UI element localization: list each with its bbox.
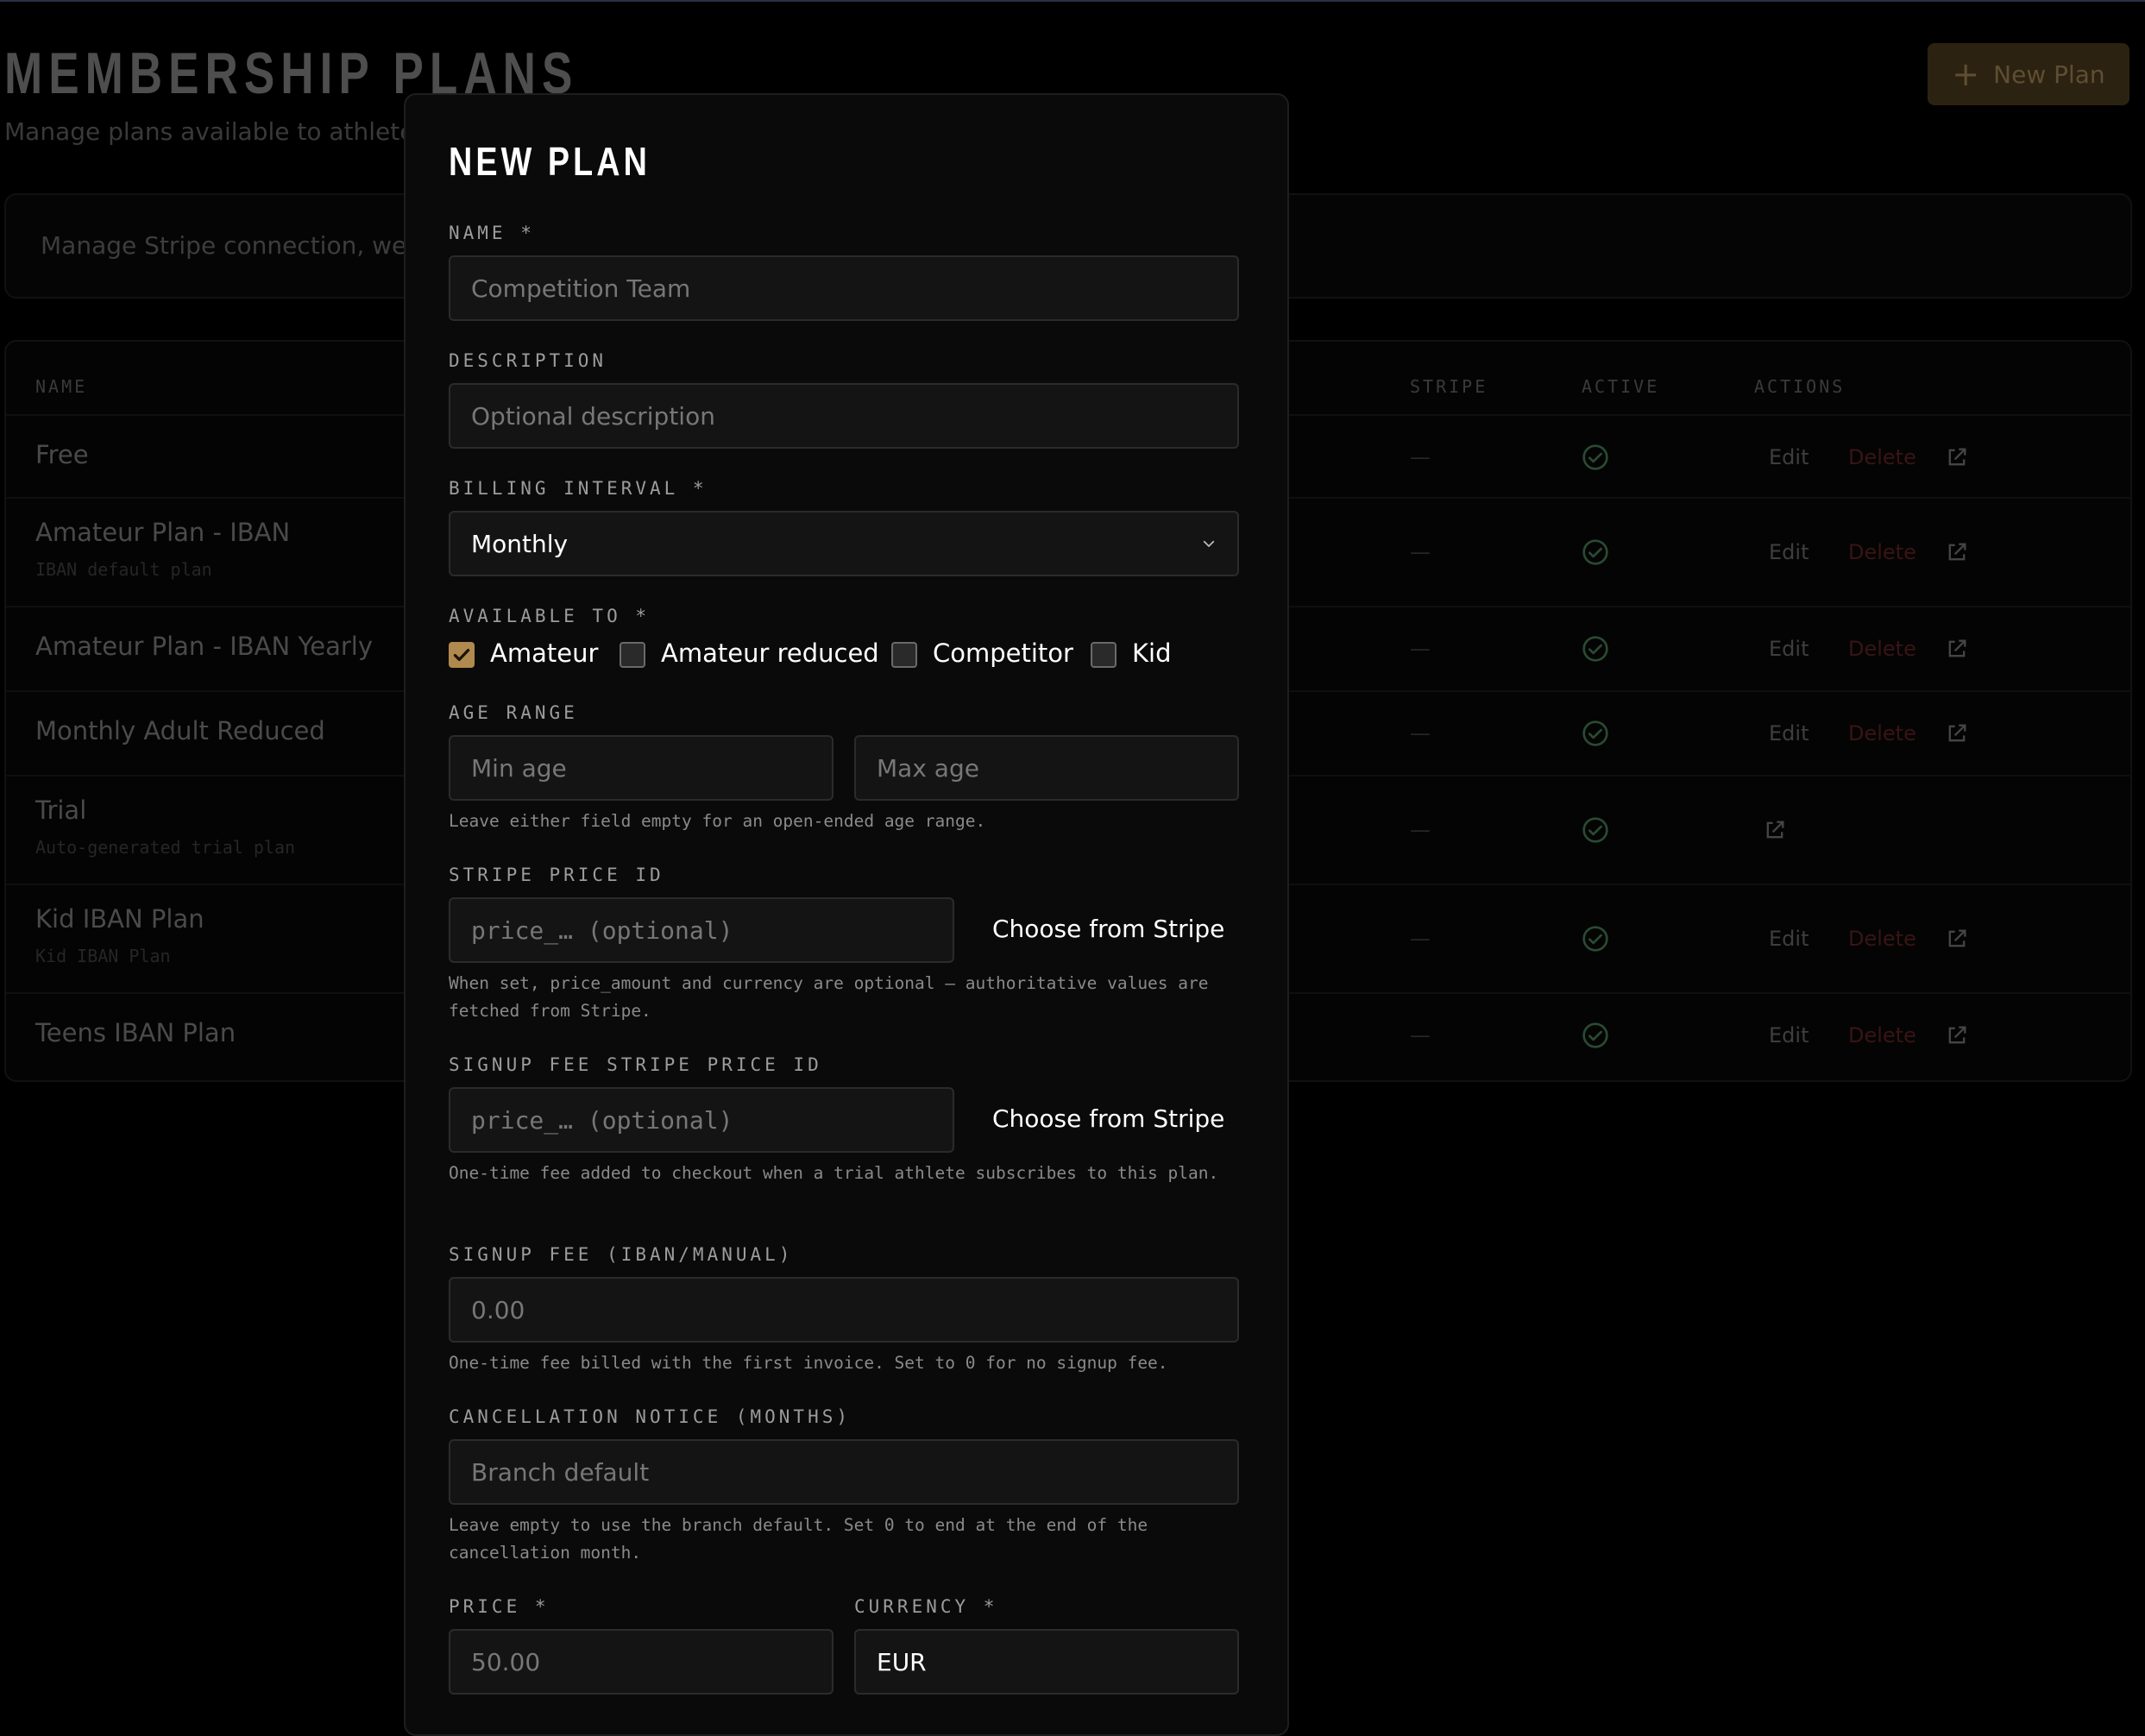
choose-from-stripe-button[interactable]: Choose from Stripe [992, 915, 1224, 943]
dialog-title: NEW PLAN [449, 139, 651, 184]
external-link-icon[interactable] [1945, 540, 1969, 564]
delete-button[interactable]: Delete [1848, 540, 1916, 564]
delete-button[interactable]: Delete [1848, 1023, 1916, 1047]
cancellation-notice-label: CANCELLATION NOTICE (MONTHS) [449, 1406, 852, 1427]
name-input[interactable] [449, 255, 1239, 321]
price-label: PRICE * [449, 1596, 550, 1617]
stripe-value: — [1410, 818, 1431, 842]
checkbox-label: Kid [1132, 638, 1172, 668]
external-link-icon[interactable] [1945, 445, 1969, 469]
new-plan-button[interactable]: + New Plan [1928, 43, 2129, 105]
cancellation-notice-input[interactable] [449, 1439, 1239, 1505]
chevron-down-icon [1203, 540, 1215, 547]
plan-name: Monthly Adult Reduced [35, 716, 325, 745]
age-range-label: AGE RANGE [449, 702, 578, 723]
stripe-value: — [1410, 927, 1431, 951]
column-header-name: NAME [35, 376, 88, 397]
top-border [0, 0, 2145, 2]
check-circle-icon [1582, 539, 1608, 565]
billing-interval-select[interactable]: Monthly [449, 511, 1239, 576]
stripe-value: — [1410, 540, 1431, 564]
edit-button[interactable]: Edit [1769, 637, 1808, 661]
edit-button[interactable]: Edit [1769, 1023, 1808, 1047]
checkbox-label: Amateur reduced [661, 638, 879, 668]
description-label: DESCRIPTION [449, 350, 607, 371]
price-input[interactable] [449, 1629, 833, 1695]
check-circle-icon [1582, 720, 1608, 746]
plan-name: Amateur Plan - IBAN Yearly [35, 632, 374, 661]
delete-button[interactable]: Delete [1848, 637, 1916, 661]
plan-name: Trial [35, 796, 87, 825]
external-link-icon[interactable] [1945, 637, 1969, 661]
check-circle-icon [1582, 1022, 1608, 1048]
signup-stripe-price-label: SIGNUP FEE STRIPE PRICE ID [449, 1054, 822, 1075]
plan-name: Amateur Plan - IBAN [35, 518, 291, 547]
signup-stripe-help: One-time fee added to checkout when a tr… [449, 1163, 1219, 1183]
signup-fee-help: One-time fee billed with the first invoi… [449, 1353, 1168, 1373]
billing-interval-label: BILLING INTERVAL * [449, 478, 708, 499]
currency-input[interactable] [854, 1629, 1239, 1695]
check-circle-icon [1582, 636, 1608, 662]
description-input[interactable] [449, 383, 1239, 449]
checkbox-label: Amateur [490, 638, 599, 668]
cancellation-notice-help: Leave empty to use the branch default. S… [449, 1515, 1148, 1563]
new-plan-dialog: NEW PLAN NAME * DESCRIPTION BILLING INTE… [404, 93, 1289, 1736]
currency-label: CURRENCY * [854, 1596, 998, 1617]
plan-name: Kid IBAN Plan [35, 904, 204, 934]
min-age-input[interactable] [449, 735, 833, 801]
signup-stripe-price-input[interactable] [449, 1087, 954, 1153]
check-circle-icon [1582, 926, 1608, 952]
checkmark-icon [453, 648, 470, 662]
stripe-price-label: STRIPE PRICE ID [449, 865, 664, 885]
signup-fee-label: SIGNUP FEE (IBAN/MANUAL) [449, 1244, 794, 1265]
stripe-card-text: Manage Stripe connection, webh [41, 231, 437, 260]
signup-fee-input[interactable] [449, 1277, 1239, 1343]
edit-button[interactable]: Edit [1769, 445, 1808, 469]
age-range-help: Leave either field empty for an open-end… [449, 811, 986, 831]
stripe-value: — [1410, 1023, 1431, 1047]
checkbox-amateur-reduced[interactable] [620, 642, 645, 668]
check-circle-icon [1582, 444, 1608, 470]
edit-button[interactable]: Edit [1769, 540, 1808, 564]
checkbox-kid[interactable] [1091, 642, 1117, 668]
max-age-input[interactable] [854, 735, 1239, 801]
plan-name: Teens IBAN Plan [35, 1018, 236, 1047]
delete-button[interactable]: Delete [1848, 445, 1916, 469]
edit-button[interactable]: Edit [1769, 927, 1808, 951]
checkbox-amateur[interactable] [449, 642, 475, 668]
external-link-icon[interactable] [1945, 927, 1969, 951]
stripe-price-input[interactable] [449, 897, 954, 963]
plan-name: Free [35, 440, 89, 469]
plus-icon: + [1952, 55, 1980, 93]
external-link-icon[interactable] [1763, 818, 1787, 842]
new-plan-label: New Plan [1993, 60, 2105, 89]
stripe-value: — [1410, 721, 1431, 745]
checkbox-label: Competitor [933, 638, 1073, 668]
external-link-icon[interactable] [1945, 1023, 1969, 1047]
delete-button[interactable]: Delete [1848, 721, 1916, 745]
name-label: NAME * [449, 223, 535, 243]
edit-button[interactable]: Edit [1769, 721, 1808, 745]
plan-description: Auto-generated trial plan [35, 837, 296, 858]
stripe-value: — [1410, 445, 1431, 469]
choose-from-stripe-button[interactable]: Choose from Stripe [992, 1104, 1224, 1133]
column-header-active: ACTIVE [1582, 376, 1660, 397]
stripe-value: — [1410, 637, 1431, 661]
column-header-actions: ACTIONS [1754, 376, 1846, 397]
external-link-icon[interactable] [1945, 721, 1969, 745]
page-subtitle: Manage plans available to athletes i [4, 117, 442, 146]
checkbox-competitor[interactable] [891, 642, 917, 668]
stripe-price-help: When set, price_amount and currency are … [449, 973, 1209, 1021]
delete-button[interactable]: Delete [1848, 927, 1916, 951]
column-header-stripe: STRIPE [1410, 376, 1488, 397]
plan-description: IBAN default plan [35, 559, 212, 580]
check-circle-icon [1582, 817, 1608, 843]
available-to-label: AVAILABLE TO * [449, 606, 651, 626]
plan-description: Kid IBAN Plan [35, 946, 171, 966]
billing-interval-value: Monthly [471, 529, 569, 558]
